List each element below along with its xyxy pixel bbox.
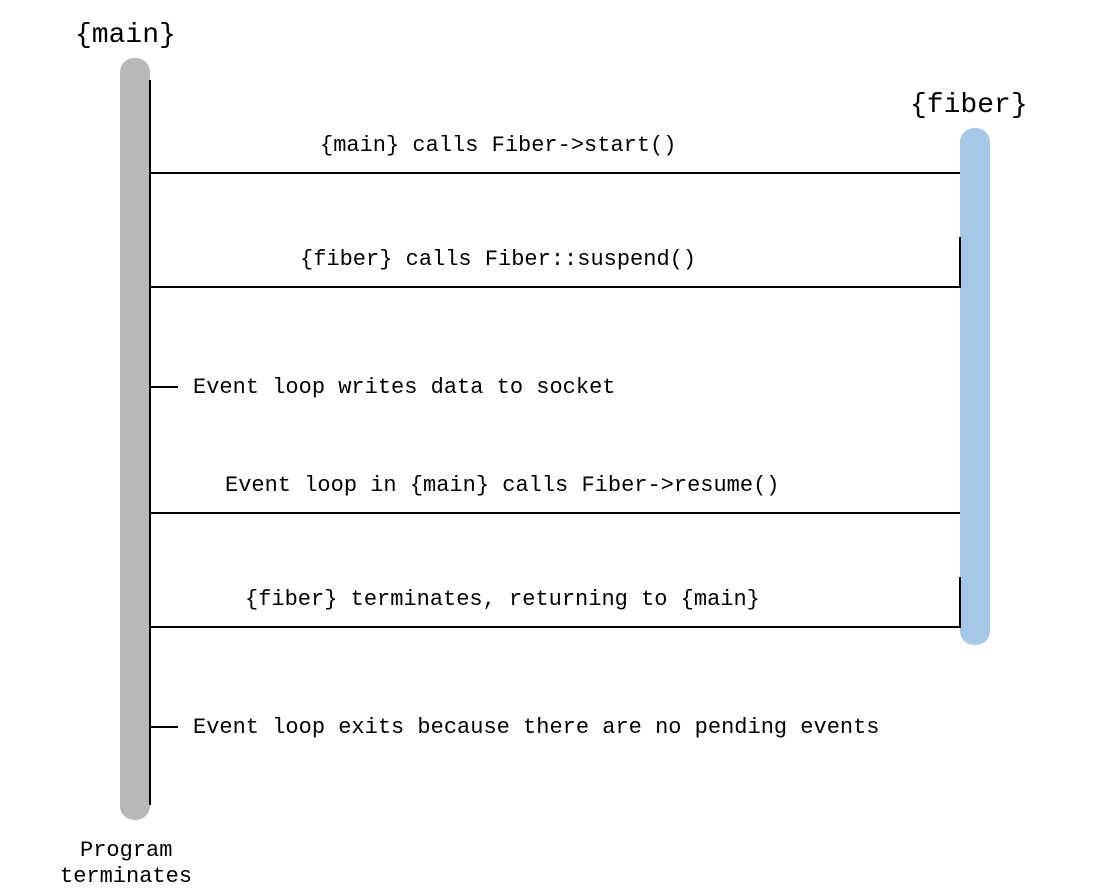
event-label-exit-loop: Event loop exits because there are no pe… xyxy=(193,715,880,740)
event-label-write-socket: Event loop writes data to socket xyxy=(193,375,615,400)
event-label-resume: Event loop in {main} calls Fiber->resume… xyxy=(225,473,780,498)
sequence-diagram: {main} {fiber} {main} calls Fiber->start… xyxy=(0,0,1100,894)
terminate-label-line2: terminates xyxy=(60,864,192,889)
event-label-suspend: {fiber} calls Fiber::suspend() xyxy=(300,247,696,272)
event-label-terminate-fiber: {fiber} terminates, returning to {main} xyxy=(245,587,760,612)
lifeline-main-label: {main} xyxy=(75,20,176,51)
lifeline-main-bar xyxy=(120,58,150,820)
lifeline-fiber-label: {fiber} xyxy=(910,90,1028,121)
terminate-label-line1: Program xyxy=(80,838,172,863)
lifeline-fiber-bar xyxy=(960,128,990,645)
event-label-start: {main} calls Fiber->start() xyxy=(320,133,676,158)
